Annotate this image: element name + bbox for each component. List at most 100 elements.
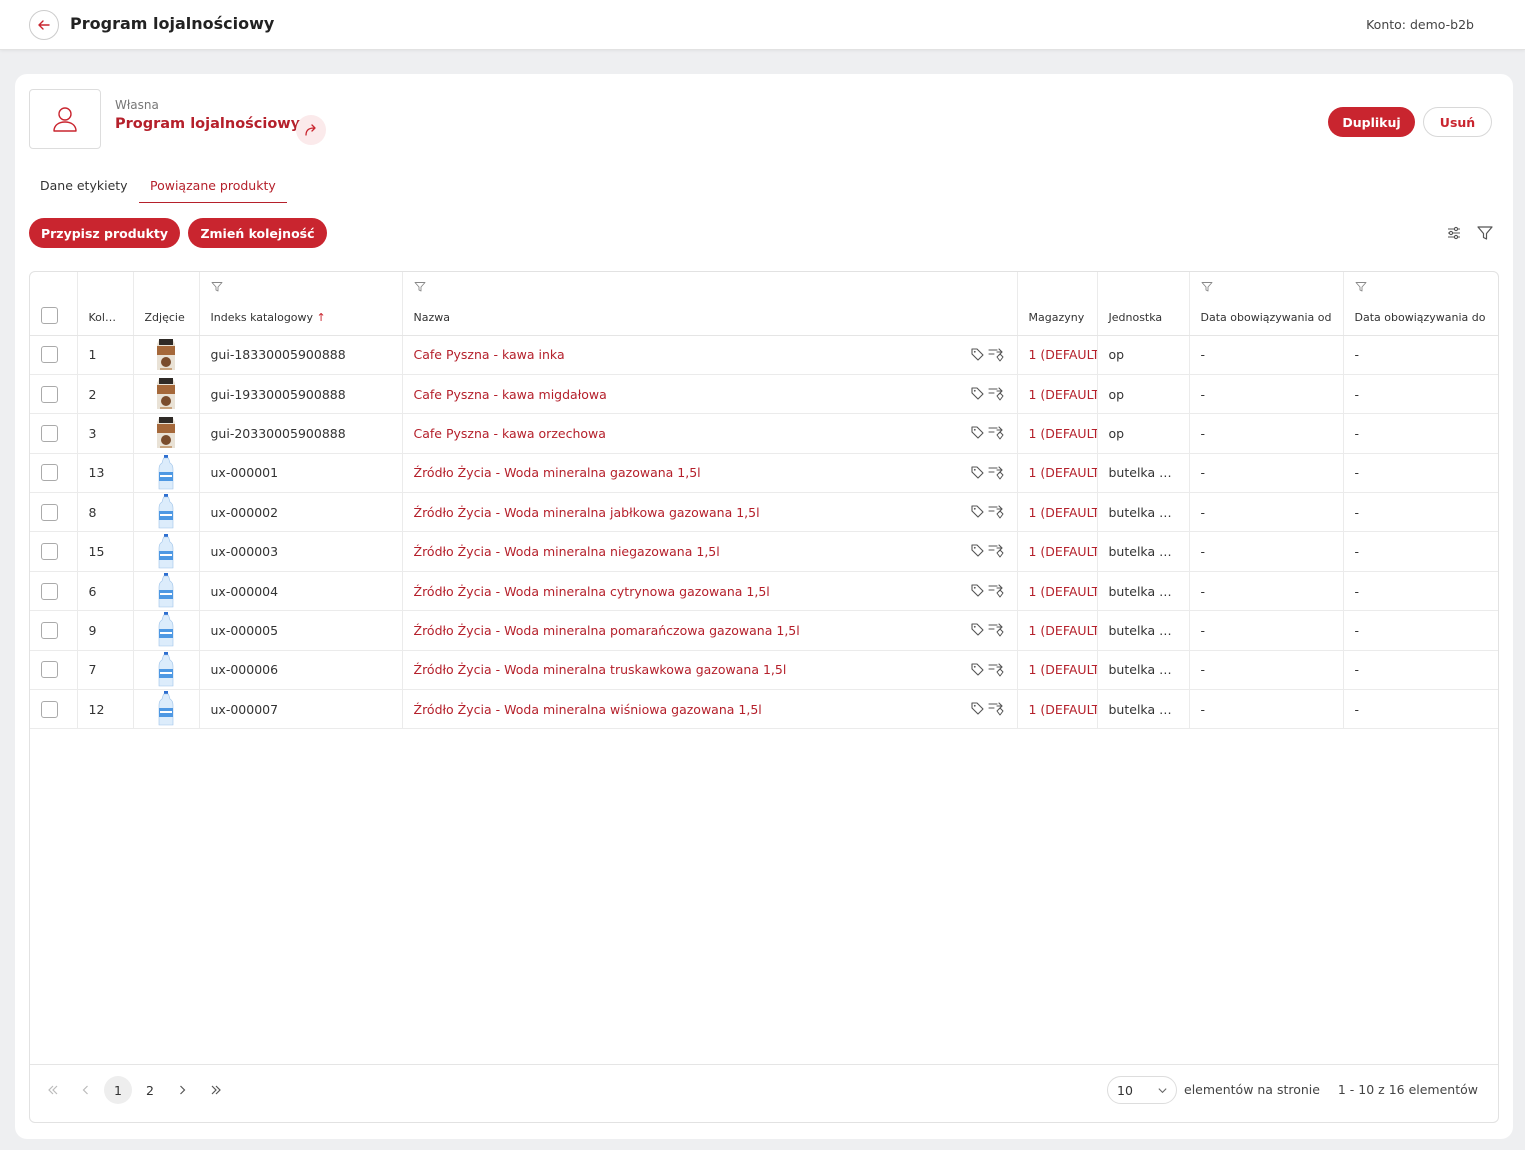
prev-page-button[interactable] <box>72 1076 100 1104</box>
row-checkbox[interactable] <box>41 700 58 718</box>
price-tag-icon[interactable] <box>970 504 985 519</box>
column-filter-icon[interactable] <box>1201 281 1213 293</box>
table-row[interactable]: 12 ux-000007 Źródło Życia - Woda mineralna… <box>30 689 1498 730</box>
filter-button[interactable] <box>1474 222 1496 244</box>
warehouses-value: 1 (DEFAULT) <box>1028 386 1097 402</box>
col-order[interactable]: Kolejność <box>77 272 134 336</box>
row-checkbox[interactable] <box>41 503 58 521</box>
warehouses-cell[interactable]: 1 (DEFAULT) <box>1017 413 1098 454</box>
row-select-cell <box>30 571 78 612</box>
page-size-select[interactable]: 10 <box>1107 1076 1177 1104</box>
promotion-icon[interactable] <box>987 386 1005 401</box>
share-button[interactable] <box>296 115 326 145</box>
product-name-link[interactable]: Źródło Życia - Woda mineralna pomarańczo… <box>414 623 800 638</box>
select-all-header <box>30 272 78 336</box>
table-row[interactable]: 7 ux-000006 Źródło Życia - Woda mineralna … <box>30 650 1498 691</box>
page-1-button[interactable]: 1 <box>104 1076 132 1104</box>
product-name-link[interactable]: Źródło Życia - Woda mineralna cytrynowa … <box>414 584 770 599</box>
row-select-cell <box>30 335 78 375</box>
col-index-header[interactable]: Indeks katalogowy ↑ <box>199 272 403 336</box>
last-page-button[interactable] <box>202 1076 230 1104</box>
price-tag-icon[interactable] <box>970 701 985 716</box>
table-row[interactable]: 15 ux-000003 Źródło Życia - Woda mineralna… <box>30 531 1498 572</box>
warehouses-value: 1 (DEFAULT) <box>1028 347 1097 363</box>
price-tag-icon[interactable] <box>970 425 985 440</box>
table-row[interactable]: 3 gui-20330005900888 Cafe Pyszna - kawa or… <box>30 413 1498 454</box>
product-name-link[interactable]: Cafe Pyszna - kawa migdałowa <box>414 387 607 402</box>
row-checkbox[interactable] <box>41 543 58 561</box>
promotion-icon[interactable] <box>987 425 1005 440</box>
assign-products-button[interactable]: Przypisz produkty <box>29 218 180 248</box>
promotion-icon[interactable] <box>987 504 1005 519</box>
index-cell: ux-000006 <box>199 650 403 691</box>
col-date-from-header[interactable]: Data obowiązywania od <box>1189 272 1344 336</box>
column-filter-icon[interactable] <box>1355 281 1367 293</box>
product-name-link[interactable]: Źródło Życia - Woda mineralna gazowana 1… <box>414 465 701 480</box>
col-name-header[interactable]: Nazwa <box>402 272 1018 336</box>
col-date-to-header[interactable]: Data obowiązywania do <box>1343 272 1498 336</box>
product-name-link[interactable]: Cafe Pyszna - kawa orzechowa <box>414 426 606 441</box>
tab-related-products[interactable]: Powiązane produkty <box>139 178 287 203</box>
row-checkbox[interactable] <box>41 661 58 679</box>
first-page-button[interactable] <box>39 1076 67 1104</box>
table-row[interactable]: 1 gui-18330005900888 Cafe Pyszna - kawa in… <box>30 335 1498 375</box>
name-cell: Źródło Życia - Woda mineralna gazowana 1… <box>402 453 1018 494</box>
arrow-left-icon <box>38 20 50 30</box>
promotion-icon[interactable] <box>987 622 1005 637</box>
warehouses-cell[interactable]: 1 (DEFAULT) <box>1017 689 1098 730</box>
col-warehouses[interactable]: Magazyny <box>1017 272 1098 336</box>
promotion-icon[interactable] <box>987 347 1005 362</box>
next-page-button[interactable] <box>168 1076 196 1104</box>
warehouses-cell[interactable]: 1 (DEFAULT) <box>1017 453 1098 494</box>
page-2-button[interactable]: 2 <box>136 1076 164 1104</box>
price-tag-icon[interactable] <box>970 583 985 598</box>
delete-button[interactable]: Usuń <box>1423 107 1492 137</box>
table-row[interactable]: 13 ux-000001 Źródło Życia - Woda mineralna… <box>30 453 1498 494</box>
product-name-link[interactable]: Cafe Pyszna - kawa inka <box>414 347 565 362</box>
row-action-icons <box>970 347 1005 362</box>
table-row[interactable]: 8 ux-000002 Źródło Życia - Woda mineralna … <box>30 492 1498 533</box>
row-checkbox[interactable] <box>41 464 58 482</box>
warehouses-cell[interactable]: 1 (DEFAULT) <box>1017 374 1098 415</box>
filter-icon <box>1477 226 1493 240</box>
product-name-link[interactable]: Źródło Życia - Woda mineralna niegazowan… <box>414 544 720 559</box>
name-cell: Źródło Życia - Woda mineralna pomarańczo… <box>402 610 1018 651</box>
table-row[interactable]: 6 ux-000004 Źródło Życia - Woda mineralna … <box>30 571 1498 612</box>
promotion-icon[interactable] <box>987 662 1005 677</box>
promotion-icon[interactable] <box>987 465 1005 480</box>
row-checkbox[interactable] <box>41 582 58 600</box>
price-tag-icon[interactable] <box>970 662 985 677</box>
warehouses-cell[interactable]: 1 (DEFAULT) <box>1017 610 1098 651</box>
change-order-button[interactable]: Zmień kolejność <box>188 218 327 248</box>
promotion-icon[interactable] <box>987 543 1005 558</box>
row-checkbox[interactable] <box>41 385 58 403</box>
table-row[interactable]: 2 gui-19330005900888 Cafe Pyszna - kawa mi… <box>30 374 1498 415</box>
warehouses-cell[interactable]: 1 (DEFAULT) <box>1017 335 1098 375</box>
col-unit[interactable]: Jednostka <box>1097 272 1190 336</box>
price-tag-icon[interactable] <box>970 543 985 558</box>
row-checkbox[interactable] <box>41 621 58 639</box>
select-all-checkbox[interactable] <box>41 306 58 324</box>
warehouses-cell[interactable]: 1 (DEFAULT) <box>1017 531 1098 572</box>
price-tag-icon[interactable] <box>970 465 985 480</box>
warehouses-cell[interactable]: 1 (DEFAULT) <box>1017 492 1098 533</box>
warehouses-cell[interactable]: 1 (DEFAULT) <box>1017 571 1098 612</box>
product-name-link[interactable]: Źródło Życia - Woda mineralna truskawkow… <box>414 662 787 677</box>
product-name-link[interactable]: Źródło Życia - Woda mineralna jabłkowa g… <box>414 505 760 520</box>
back-button[interactable] <box>29 10 59 40</box>
price-tag-icon[interactable] <box>970 347 985 362</box>
promotion-icon[interactable] <box>987 701 1005 716</box>
price-tag-icon[interactable] <box>970 622 985 637</box>
row-checkbox[interactable] <box>41 424 58 442</box>
column-filter-icon[interactable] <box>211 281 223 293</box>
column-filter-icon[interactable] <box>414 281 426 293</box>
warehouses-cell[interactable]: 1 (DEFAULT) <box>1017 650 1098 691</box>
row-checkbox[interactable] <box>41 346 58 364</box>
product-name-link[interactable]: Źródło Życia - Woda mineralna wiśniowa g… <box>414 702 762 717</box>
price-tag-icon[interactable] <box>970 386 985 401</box>
table-row[interactable]: 9 ux-000005 Źródło Życia - Woda mineralna … <box>30 610 1498 651</box>
duplicate-button[interactable]: Duplikuj <box>1328 107 1415 137</box>
promotion-icon[interactable] <box>987 583 1005 598</box>
column-settings-button[interactable] <box>1443 222 1465 244</box>
tab-label-data[interactable]: Dane etykiety <box>40 178 128 202</box>
